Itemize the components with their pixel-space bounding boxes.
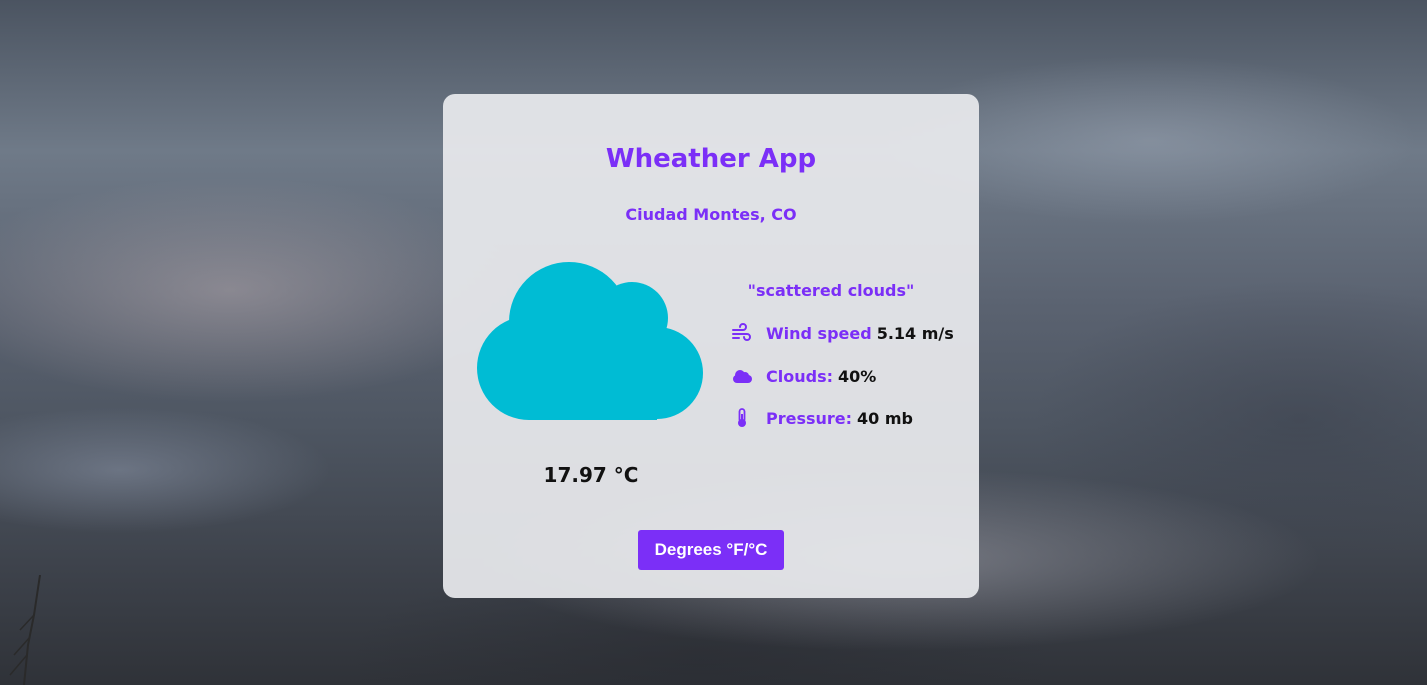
app-title: Wheather App xyxy=(605,144,817,174)
wind-speed-row: Wind speed 5.14 m/s xyxy=(731,322,954,344)
clouds-label: Clouds: xyxy=(766,366,833,386)
pressure-label: Pressure: xyxy=(766,408,853,428)
pressure-row: Pressure: 40 mb xyxy=(731,407,913,429)
cloud-icon xyxy=(477,262,703,420)
wind-speed-value: 5.14 m/s xyxy=(876,323,954,343)
weather-description: "scattered clouds" xyxy=(747,281,915,300)
weather-card: Wheather App Ciudad Montes, CO 17.97 °C … xyxy=(443,94,979,598)
pressure-value: 40 mb xyxy=(857,408,914,428)
background-branch xyxy=(9,575,41,685)
wind-icon xyxy=(732,323,751,341)
clouds-row: Clouds: 40% xyxy=(731,365,876,387)
location-label: Ciudad Montes, CO xyxy=(625,205,797,224)
clouds-value: 40% xyxy=(837,366,877,386)
wind-speed-label: Wind speed xyxy=(766,323,872,343)
cloud-icon xyxy=(733,370,752,383)
temperature-value: 17.97 °C xyxy=(543,463,639,487)
toggle-units-button[interactable]: Degrees °F/°C xyxy=(638,530,784,570)
thermometer-icon xyxy=(738,408,746,427)
